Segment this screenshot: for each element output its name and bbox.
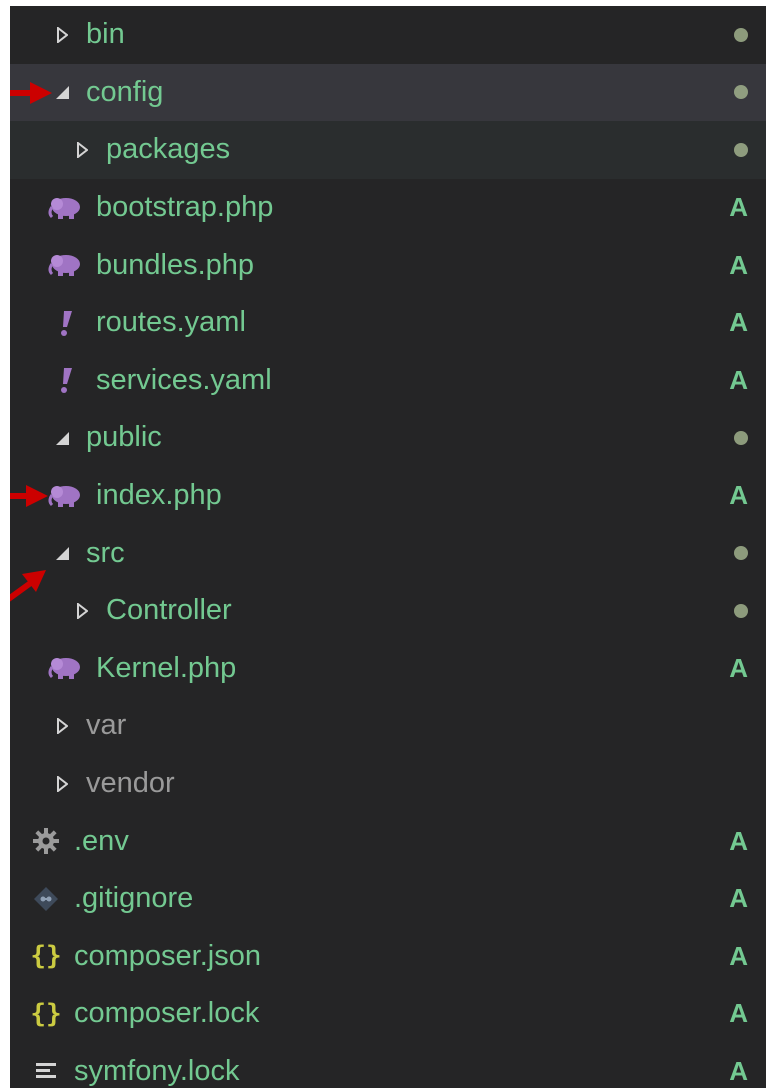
git-status-badge: A: [729, 652, 748, 683]
tree-item-label: var: [86, 709, 127, 742]
tree-item-label: config: [86, 75, 164, 108]
tree-item-label: bootstrap.php: [96, 191, 274, 224]
annotation-arrow: [10, 484, 48, 507]
yaml-exclamation-icon: [46, 366, 86, 394]
tree-item-kernel-php[interactable]: Kernel.php A: [10, 640, 766, 698]
tree-item-packages-folder[interactable]: packages: [10, 121, 766, 179]
tree-item-bin-folder[interactable]: bin: [10, 6, 766, 64]
yaml-exclamation-icon: [46, 309, 86, 337]
git-status-badge: A: [729, 1055, 748, 1086]
tree-item-label: routes.yaml: [96, 306, 246, 339]
tree-item-vendor-folder[interactable]: vendor: [10, 755, 766, 813]
git-diamond-icon: [28, 886, 64, 912]
chevron-right-icon[interactable]: [68, 602, 96, 619]
chevron-right-icon[interactable]: [48, 26, 76, 43]
tree-item-composer-json[interactable]: {} composer.json A: [10, 928, 766, 986]
git-status-badge: A: [729, 307, 748, 338]
json-braces-icon: {}: [30, 998, 62, 1029]
tree-item-bundles-php[interactable]: bundles.php A: [10, 236, 766, 294]
php-elephant-icon: [46, 195, 86, 221]
chevron-right-icon[interactable]: [48, 775, 76, 792]
tree-item-src-folder[interactable]: src: [10, 524, 766, 582]
git-status-badge: A: [729, 825, 748, 856]
tree-item-label: vendor: [86, 767, 175, 800]
tree-item-index-php[interactable]: index.php A: [10, 467, 766, 525]
lines-icon: [28, 1061, 64, 1081]
modified-dot: [734, 6, 748, 64]
file-explorer-tree: bin config packages bootstrap.php A bund…: [0, 0, 766, 1088]
tree-item-env-file[interactable]: .env A: [10, 812, 766, 870]
php-elephant-icon: [46, 655, 86, 681]
tree-item-label: Kernel.php: [96, 651, 237, 684]
git-status-badge: A: [729, 192, 748, 223]
tree-item-symfony-lock[interactable]: symfony.lock A: [10, 1043, 766, 1088]
modified-dot: [734, 409, 748, 467]
tree-item-routes-yaml[interactable]: routes.yaml A: [10, 294, 766, 352]
modified-dot: [734, 121, 748, 179]
tree-item-label: index.php: [96, 479, 222, 512]
tree-item-gitignore-file[interactable]: .gitignore A: [10, 870, 766, 928]
git-status-badge: A: [729, 364, 748, 395]
git-status-badge: A: [729, 883, 748, 914]
tree-item-var-folder[interactable]: var: [10, 697, 766, 755]
git-status-badge: A: [729, 998, 748, 1029]
tree-item-label: .env: [74, 824, 129, 857]
tree-item-label: symfony.lock: [74, 1054, 240, 1087]
modified-dot: [734, 64, 748, 122]
tree-item-composer-lock[interactable]: {} composer.lock A: [10, 985, 766, 1043]
tree-item-controller-folder[interactable]: Controller: [10, 569, 766, 640]
tree-item-label: src: [86, 536, 125, 569]
gear-icon: [28, 827, 64, 855]
json-braces-icon: {}: [30, 941, 62, 972]
git-status-badge: A: [729, 940, 748, 971]
tree-item-config-folder[interactable]: config: [10, 63, 766, 122]
tree-item-label: packages: [106, 133, 231, 166]
tree-item-label: bin: [86, 18, 125, 51]
chevron-right-icon[interactable]: [48, 717, 76, 734]
chevron-down-icon[interactable]: [48, 545, 76, 561]
tree-item-label: public: [86, 421, 162, 454]
git-status-badge: A: [729, 249, 748, 280]
tree-item-label: .gitignore: [74, 882, 194, 915]
tree-item-label: composer.lock: [74, 997, 260, 1030]
tree-item-bootstrap-php[interactable]: bootstrap.php A: [10, 179, 766, 237]
chevron-down-icon[interactable]: [48, 84, 76, 100]
php-elephant-icon: [46, 483, 86, 509]
modified-dot: [734, 524, 748, 582]
chevron-right-icon[interactable]: [68, 141, 96, 158]
modified-dot: [734, 582, 748, 640]
php-elephant-icon: [46, 252, 86, 278]
git-status-badge: A: [729, 480, 748, 511]
tree-item-public-folder[interactable]: public: [10, 409, 766, 467]
tree-item-services-yaml[interactable]: services.yaml A: [10, 352, 766, 410]
chevron-down-icon[interactable]: [48, 430, 76, 446]
tree-item-label: composer.json: [74, 939, 261, 972]
tree-item-label: bundles.php: [96, 248, 255, 281]
tree-item-label: services.yaml: [96, 363, 272, 396]
tree-item-label: Controller: [106, 594, 232, 627]
